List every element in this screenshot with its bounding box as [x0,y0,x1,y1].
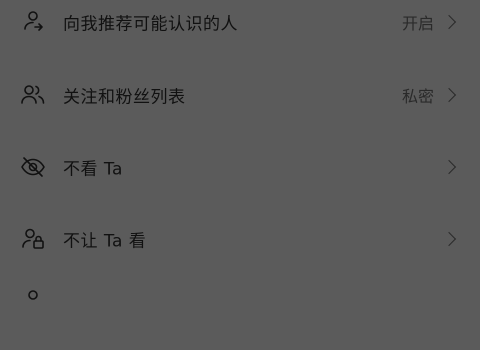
followers-icon [20,82,46,108]
chevron-right-icon [441,87,457,103]
chevron-right-icon [441,159,457,175]
setting-label: 不让 Ta 看 [63,231,147,252]
chevron-right-icon [441,231,457,247]
people-suggest-icon [20,9,46,35]
setting-row-recommend-people[interactable]: 向我推荐可能认识的人 开启 [0,0,480,58]
eye-off-icon [20,154,46,180]
setting-value: 开启 [401,14,434,33]
setting-row-hide-from[interactable]: 不让 Ta 看 [0,203,480,275]
user-lock-icon [20,226,46,252]
setting-row-dont-see[interactable]: 不看 Ta [0,131,480,203]
privacy-settings-list: 向我推荐可能认识的人 开启 关注和粉丝列表 私密 不看 Ta 不让 Ta 看 [0,0,480,300]
setting-label: 向我推荐可能认识的人 [63,14,238,35]
setting-value: 私密 [401,87,434,106]
setting-row-follow-list[interactable]: 关注和粉丝列表 私密 [0,59,480,131]
setting-label: 关注和粉丝列表 [63,87,186,108]
setting-row-partial[interactable] [0,278,480,350]
user-icon [20,287,46,313]
chevron-right-icon [441,14,457,30]
setting-label: 不看 Ta [63,159,123,180]
